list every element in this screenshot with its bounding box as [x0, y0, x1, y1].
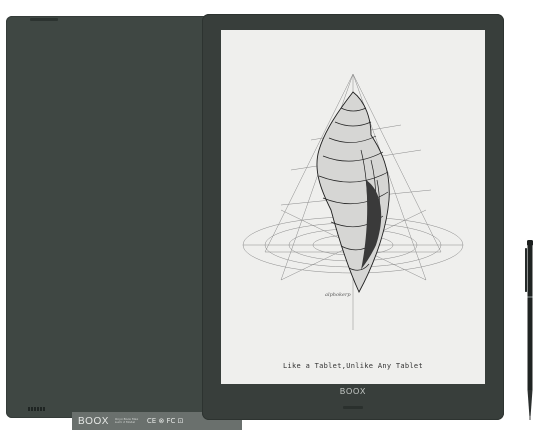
front-brand-logo: BOOX [339, 387, 367, 396]
screen-tagline: Like a Tablet,Unlike Any Tablet [283, 362, 423, 370]
artist-signature: alphokerp [325, 292, 351, 298]
power-button [30, 18, 58, 21]
stylus-pen [525, 240, 533, 420]
home-button [343, 406, 363, 409]
speaker-grille [28, 407, 46, 411]
stylus-clip [525, 248, 527, 292]
device-front: alphokerp Like a Tablet,Unlike Any Table… [202, 14, 504, 420]
e-ink-screen: alphokerp Like a Tablet,Unlike Any Table… [221, 30, 485, 384]
seashell-sketch-artwork [242, 73, 464, 330]
back-brand-logo: BOOX [78, 415, 109, 427]
back-spec-text: Onyx Boox Max Lumi 2 Model [114, 416, 139, 424]
